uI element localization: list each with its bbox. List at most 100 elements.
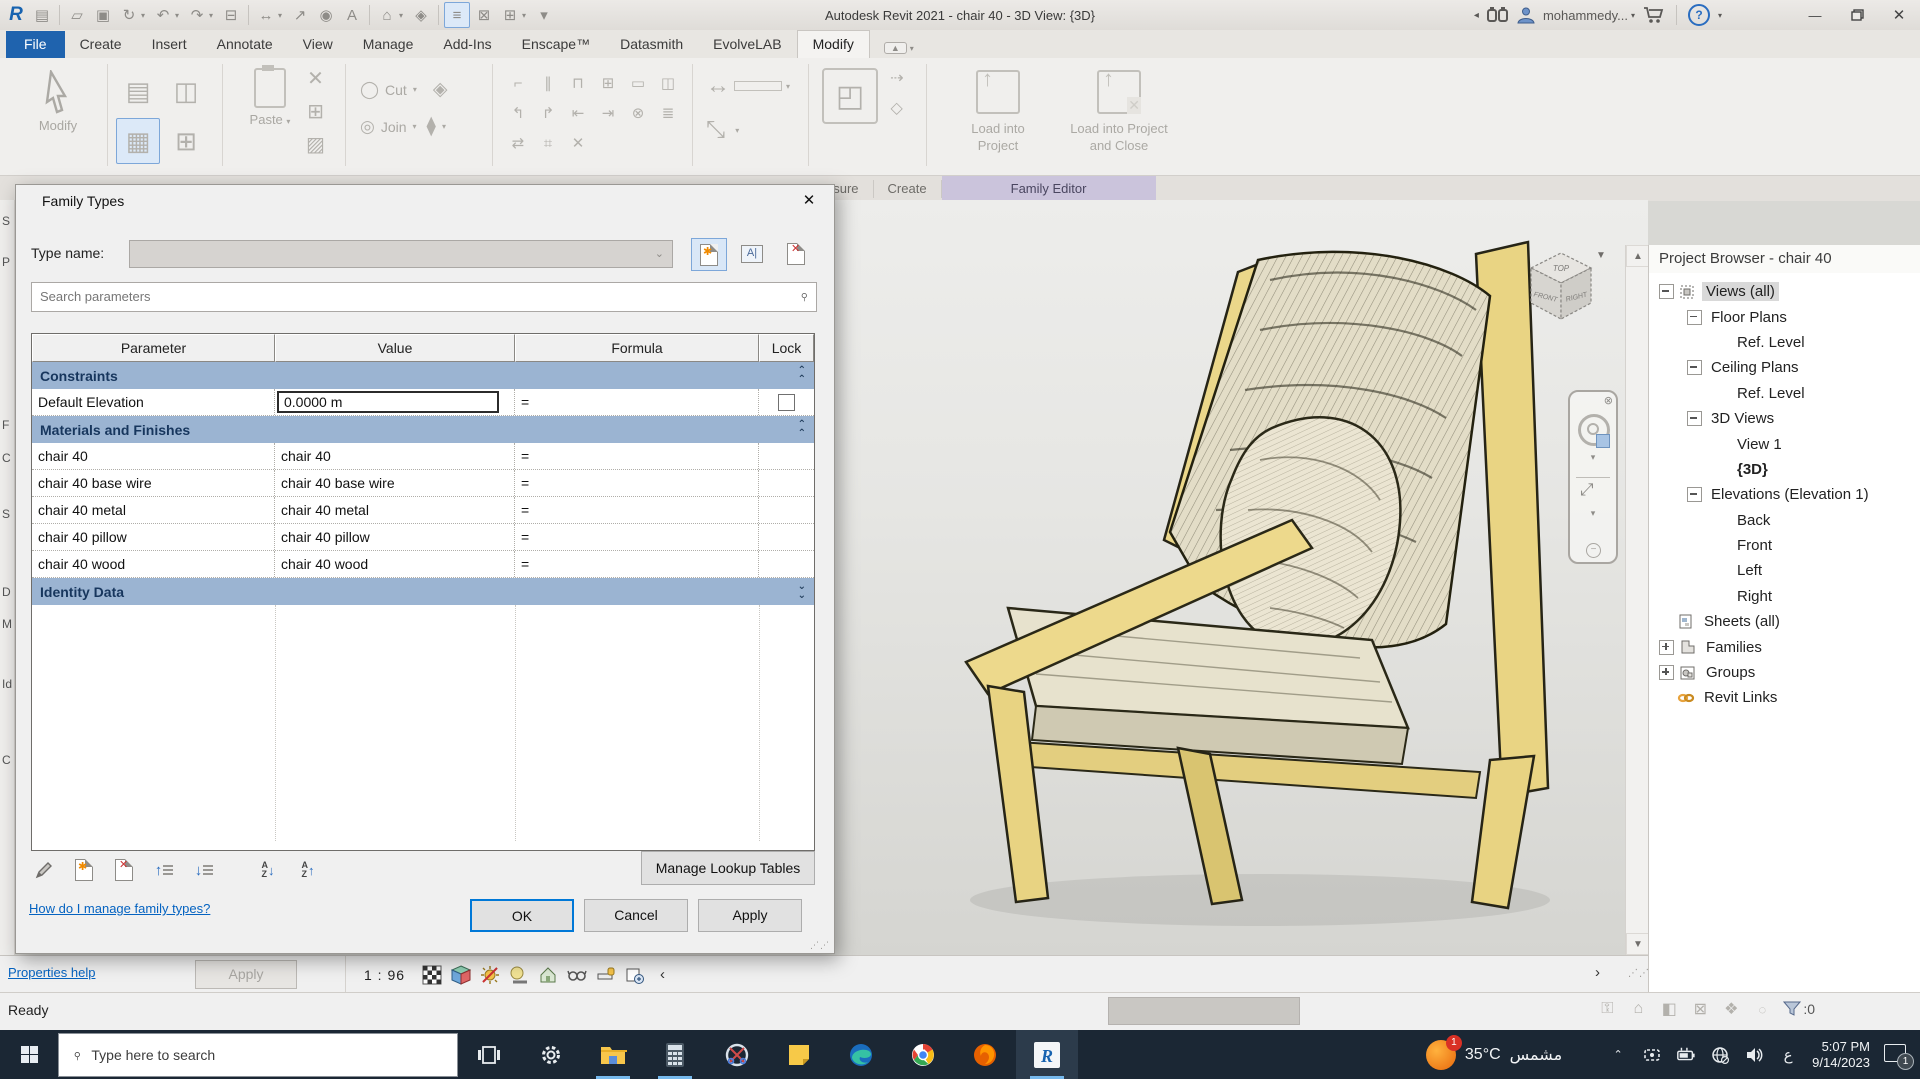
revit-logo-icon[interactable]: R (4, 3, 28, 27)
text-icon[interactable]: A (340, 3, 364, 27)
switch-windows-caret-icon[interactable]: ▾ (522, 11, 530, 20)
undo-caret-icon[interactable]: ▾ (175, 11, 183, 20)
attach-icon[interactable]: ⧫ (427, 115, 436, 138)
default-3d-view-icon[interactable]: ⌂ (375, 3, 399, 27)
aligned-dimension-icon[interactable]: ↗ (288, 3, 312, 27)
collapse-icon[interactable] (1687, 411, 1702, 427)
delete-parameter-icon[interactable]: ✕ (111, 857, 137, 883)
collapse-icon[interactable] (1687, 360, 1702, 376)
modify-tool-3-icon[interactable]: ⊞ (595, 70, 621, 96)
chrome-icon[interactable] (892, 1030, 954, 1079)
firefox-icon[interactable] (954, 1030, 1016, 1079)
vertical-scrollbar[interactable]: ▲ ▼ (1625, 245, 1650, 955)
parameter-name-cell[interactable]: Default Elevation (32, 389, 275, 415)
delete-type-button[interactable]: ✕ (779, 238, 813, 269)
tag-by-category-icon[interactable]: ◉ (314, 3, 338, 27)
match-properties-icon[interactable]: ▨ (306, 132, 325, 157)
rename-type-button[interactable]: A| (735, 238, 769, 269)
parameter-value-cell[interactable]: chair 40 metal (275, 497, 515, 523)
modify-tool-14-icon[interactable]: ✕ (565, 130, 591, 156)
column-header-formula[interactable]: Formula (515, 334, 759, 362)
tab-enscape-[interactable]: Enscape™ (507, 31, 605, 58)
search-parameters-input[interactable]: Search parameters ⌕ (31, 282, 817, 312)
sort-descending-icon[interactable]: A Z ↑ (295, 857, 321, 883)
dialog-resize-grip-icon[interactable]: ⋰⋰ (810, 940, 830, 951)
parameter-formula-cell[interactable]: = (515, 443, 759, 469)
collapse-section-icon[interactable]: ⌃ ⌃ (798, 366, 806, 385)
family-parameters-icon[interactable]: ⊞ (164, 118, 208, 164)
crop-view-icon[interactable] (538, 965, 558, 985)
new-type-button[interactable]: ✱ (691, 238, 727, 271)
parameter-value-cell[interactable]: 0.0000 m (275, 389, 515, 415)
measure-between-icon[interactable]: ↔ (706, 72, 730, 100)
tab-modify[interactable]: Modify (796, 30, 870, 58)
tab-add-ins[interactable]: Add-Ins (428, 31, 506, 58)
parameter-name-cell[interactable]: chair 40 pillow (32, 524, 275, 550)
design-options-icon[interactable]: ◧ (1659, 999, 1679, 1019)
type-name-combo[interactable]: ⌄ (129, 240, 673, 268)
copy-to-clipboard-icon[interactable]: ⊞ (306, 99, 325, 124)
tree-item-ref-level[interactable]: Ref. Level (1649, 330, 1920, 355)
detail-level-icon[interactable] (422, 965, 442, 985)
tree-item-floor-plans[interactable]: Floor Plans (1649, 304, 1920, 329)
thin-lines-icon[interactable]: ≡ (444, 2, 470, 28)
parameter-formula-cell[interactable]: = (515, 524, 759, 550)
exclude-options-icon[interactable]: ⊠ (1690, 999, 1710, 1019)
view-scale-button[interactable]: 1 : 96 (364, 967, 405, 983)
background-processes-icon[interactable]: ◌ (1752, 999, 1772, 1019)
section-header-constraints[interactable]: Constraints ⌃ ⌃ (32, 362, 814, 389)
edit-parameter-icon[interactable] (31, 857, 57, 883)
tray-expand-icon[interactable]: ⌃ (1608, 1045, 1628, 1065)
properties-help-link[interactable]: Properties help (8, 965, 95, 980)
parameter-name-cell[interactable]: chair 40 (32, 443, 275, 469)
press-drag-icon[interactable]: ❖ (1721, 999, 1741, 1019)
modify-tool-13-icon[interactable]: ⌗ (535, 130, 561, 156)
screen-snip-icon[interactable] (1642, 1045, 1662, 1065)
section-header-materials-and-finishes[interactable]: Materials and Finishes ⌃ ⌃ (32, 416, 814, 443)
help-caret-icon[interactable]: ▾ (1718, 11, 1722, 20)
ribbon-collapse-toggle[interactable]: ▲ ▾ (883, 42, 914, 54)
resize-grip-icon[interactable]: ⋰⋰ (1628, 968, 1649, 982)
tree-item-revit-links[interactable]: Revit Links (1649, 685, 1920, 710)
network-globe-icon[interactable] (1710, 1045, 1730, 1065)
editable-only-icon[interactable]: ⌂ (1628, 999, 1648, 1019)
language-indicator[interactable]: ع (1778, 1045, 1798, 1065)
edge-icon[interactable] (830, 1030, 892, 1079)
load-into-project-button[interactable]: Load into Project (952, 66, 1044, 154)
modify-tool-11-icon[interactable]: ≣ (655, 100, 681, 126)
open-icon[interactable]: ▱ (65, 3, 89, 27)
search-expand-arrow-icon[interactable]: ◂ (1474, 10, 1479, 21)
tree-item-groups[interactable]: Groups (1649, 660, 1920, 685)
parameter-value-cell[interactable]: chair 40 pillow (275, 524, 515, 550)
redo-icon[interactable]: ↷ (185, 3, 209, 27)
sun-path-icon[interactable] (480, 965, 500, 985)
navigation-bar[interactable]: ⊗ ▾ ⤢ ▾ − (1568, 390, 1618, 564)
worksets-icon[interactable]: ⚿ (1597, 999, 1617, 1019)
modify-tool-10-icon[interactable]: ⊗ (625, 100, 651, 126)
parameter-value-cell[interactable]: chair 40 wood (275, 551, 515, 577)
aligned-dimension-ribbon-icon[interactable]: ⤡ (706, 116, 725, 144)
sync-with-central-icon[interactable]: ↻ (117, 3, 141, 27)
tab-file[interactable]: File (6, 31, 65, 58)
parameter-formula-cell[interactable]: = (515, 470, 759, 496)
collapse-icon[interactable] (1659, 284, 1674, 300)
zoom-tool-icon[interactable]: ⤢ (1580, 480, 1604, 504)
family-category-icon[interactable]: ▤ (116, 68, 160, 114)
default-3d-view-caret-icon[interactable]: ▾ (399, 11, 407, 20)
start-button[interactable] (0, 1030, 58, 1079)
cut-to-clipboard-icon[interactable]: ✕ (306, 66, 325, 91)
collapse-icon[interactable] (1687, 309, 1702, 325)
taskbar-search-input[interactable]: ⌕ Type here to search (58, 1032, 458, 1077)
collapse-section-icon[interactable]: ⌃ ⌃ (798, 420, 806, 439)
close-inactive-views-icon[interactable]: ⊠ (472, 3, 496, 27)
tree-item-left[interactable]: Left (1649, 558, 1920, 583)
cut-geometry-label[interactable]: Cut (385, 82, 407, 98)
tree-item-views-all-[interactable]: Views (all) (1649, 279, 1920, 304)
tree-item-ref-level[interactable]: Ref. Level (1649, 381, 1920, 406)
wheel-options-caret-icon[interactable]: ▾ (1570, 452, 1616, 463)
parameter-name-cell[interactable]: chair 40 wood (32, 551, 275, 577)
selection-filter[interactable]: :0 (1783, 1001, 1815, 1017)
close-button[interactable]: ✕ (1882, 2, 1916, 28)
temporary-view-properties-icon[interactable] (596, 965, 616, 985)
solid-icon[interactable]: ◈ (433, 78, 448, 101)
